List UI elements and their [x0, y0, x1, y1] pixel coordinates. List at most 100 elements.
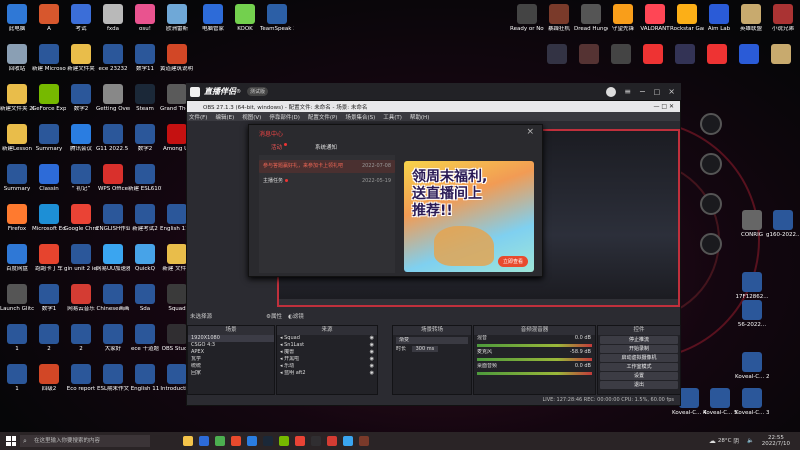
- source-item[interactable]: ◂ Sn1Last ◉: [277, 342, 377, 349]
- taskbar-app-icon[interactable]: [215, 436, 225, 446]
- desktop-icon[interactable]: ece 23232: [96, 44, 130, 84]
- desktop-icon[interactable]: Rockstar Games...: [670, 4, 704, 44]
- taskbar-app-icon[interactable]: [263, 436, 273, 446]
- desktop-icon[interactable]: WPS Office: [96, 164, 130, 204]
- desktop-icon[interactable]: [764, 44, 798, 84]
- temperature[interactable]: 28°C: [718, 438, 732, 444]
- volume-icon[interactable]: 🔈: [747, 438, 754, 444]
- taskbar-app-icon[interactable]: [231, 436, 241, 446]
- desktop-icon[interactable]: 2: [64, 324, 98, 364]
- dialog-close-icon[interactable]: ×: [526, 127, 534, 137]
- desktop-icon[interactable]: Getting Over It wi...: [96, 84, 130, 124]
- desktop-icon[interactable]: G11 2022.5 weekly test: [96, 124, 130, 164]
- volume-meter[interactable]: [477, 372, 592, 375]
- obs-menu-item[interactable]: 文件(F): [189, 113, 207, 121]
- control-button[interactable]: 启动虚拟摄像机: [600, 354, 678, 362]
- desktop-icon[interactable]: Koveal-C... 5: [703, 388, 737, 428]
- taskbar-app-icon[interactable]: [247, 436, 257, 446]
- desktop-icon[interactable]: TeamSpeak 3: [260, 4, 294, 44]
- desktop-icon[interactable]: 百度网盘: [0, 244, 34, 284]
- desktop-icon[interactable]: 1: [0, 364, 34, 404]
- desktop-icon[interactable]: Koveal-C... 2: [735, 352, 769, 392]
- scene-item[interactable]: 统统: [188, 363, 274, 370]
- volume-meter[interactable]: [477, 344, 592, 347]
- scene-item[interactable]: 1920X1080: [188, 335, 274, 342]
- desktop-icon[interactable]: 电脑管家: [196, 4, 230, 44]
- desktop-icon[interactable]: ESL期末作文: [96, 364, 130, 404]
- tab-system[interactable]: 系统通知: [315, 143, 337, 151]
- visibility-eye-icon[interactable]: ◉: [370, 370, 374, 377]
- taskbar-app-icon[interactable]: [199, 436, 209, 446]
- obs-menu-item[interactable]: 停靠部件(D): [269, 113, 300, 121]
- desktop-icon[interactable]: Eco report: [64, 364, 98, 404]
- obs-menu-item[interactable]: 帮助(H): [410, 113, 429, 121]
- desktop-icon[interactable]: Steam: [128, 84, 162, 124]
- desktop-icon[interactable]: [732, 44, 766, 84]
- desktop-icon[interactable]: ENGLISH作业: [96, 204, 130, 244]
- desktop-icon[interactable]: 数学2: [128, 124, 162, 164]
- obs-menu-item[interactable]: 视图(V): [242, 113, 261, 121]
- source-item[interactable]: ◂ Squad ◉: [277, 335, 377, 342]
- desktop-icon[interactable]: [668, 44, 702, 84]
- desktop-icon[interactable]: Chinese画画: [96, 284, 130, 324]
- desktop-icon[interactable]: 1: [0, 324, 34, 364]
- desktop-icon[interactable]: 网易UU加速器: [96, 244, 130, 284]
- minimize-icon[interactable]: −: [639, 87, 646, 96]
- desktop-icon[interactable]: 欧洲雷斯: [160, 4, 194, 44]
- close-icon[interactable]: ×: [668, 87, 675, 96]
- desktop-icon[interactable]: English 11: [128, 364, 162, 404]
- desktop-icon[interactable]: 数学2: [64, 84, 98, 124]
- desktop-icon[interactable]: 跑跑卡丁车: [32, 244, 66, 284]
- desktop-icon[interactable]: Dread Hunger: [574, 4, 608, 44]
- tab-activity[interactable]: 活动: [271, 143, 287, 151]
- desktop-icon[interactable]: 新建 Microsoft...: [32, 44, 66, 84]
- desktop-icon[interactable]: 大家好: [96, 324, 130, 364]
- message-item[interactable]: 参与答题赢好礼，来参加卡上领礼吧 2022-07-08: [259, 160, 395, 173]
- desktop-icon[interactable]: 新建 ESL6101...: [128, 164, 162, 204]
- taskbar-app-icon[interactable]: [183, 436, 193, 446]
- desktop-icon[interactable]: Koveal-C... 3: [735, 388, 769, 428]
- desktop-icon[interactable]: Firefox: [0, 204, 34, 244]
- desktop-icon[interactable]: Summary: [0, 164, 34, 204]
- source-item[interactable]: ◂ 魔兽 ◉: [277, 349, 377, 356]
- desktop-icon[interactable]: Ready or Not: [510, 4, 544, 44]
- desktop-icon[interactable]: 守望先锋: [606, 4, 640, 44]
- visibility-eye-icon[interactable]: ◉: [370, 363, 374, 370]
- transition-select[interactable]: 渐变: [396, 337, 468, 344]
- desktop-icon[interactable]: 新建文件夹 2022022...: [0, 84, 34, 124]
- taskbar-app-icon[interactable]: [311, 436, 321, 446]
- taskbar-app-icon[interactable]: [359, 436, 369, 446]
- control-button[interactable]: 工作室模式: [600, 363, 678, 371]
- desktop-icon[interactable]: 黄道建筑说明 ppt: [160, 44, 194, 84]
- banner-view-button[interactable]: 立即查看: [497, 256, 528, 267]
- taskbar-app-icon[interactable]: [327, 436, 337, 446]
- desktop-icon[interactable]: [636, 44, 670, 84]
- desktop-icon[interactable]: 四级2: [32, 364, 66, 404]
- scene-item[interactable]: CSGO 4:3: [188, 342, 274, 349]
- desktop-icon[interactable]: 56-2022...: [735, 300, 769, 340]
- desktop-icon[interactable]: GeForce Experience: [32, 84, 66, 124]
- desktop-icon[interactable]: QuickQ: [128, 244, 162, 284]
- obs-menu-item[interactable]: 工具(T): [383, 113, 402, 121]
- transition-duration[interactable]: 时长 300 ms: [393, 346, 471, 353]
- desktop-icon[interactable]: 新建考试2: [128, 204, 162, 244]
- desktop-icon[interactable]: 考试: [64, 4, 98, 44]
- desktop-icon[interactable]: 腾讯会议: [64, 124, 98, 164]
- source-item[interactable]: ◂ 开黑啦 ◉: [277, 356, 377, 363]
- clock[interactable]: 22:55 2022/7/10: [762, 435, 790, 447]
- desktop-icon[interactable]: Sda: [128, 284, 162, 324]
- desktop-icon[interactable]: osu!: [128, 4, 162, 44]
- desktop-icon[interactable]: 暴躁狂机: [542, 4, 576, 44]
- obs-menu-item[interactable]: 配置文件(P): [308, 113, 338, 121]
- desktop-icon[interactable]: [572, 44, 606, 84]
- scene-item[interactable]: 瓦学: [188, 356, 274, 363]
- volume-meter[interactable]: [477, 358, 592, 361]
- obs-title-bar[interactable]: OBS 27.1.3 (64-bit, windows) - 配置文件: 未命名…: [187, 101, 680, 112]
- desktop-icon[interactable]: gin unit 2 ie3 exam...: [64, 244, 98, 284]
- obs-menu-item[interactable]: 编辑(E): [215, 113, 234, 121]
- maximize-icon[interactable]: □: [654, 88, 661, 96]
- desktop-icon[interactable]: KOOK: [228, 4, 262, 44]
- source-item[interactable]: ◂ 乐动 ◉: [277, 363, 377, 370]
- control-button[interactable]: 退出: [600, 381, 678, 389]
- control-button[interactable]: 开始录制: [600, 345, 678, 353]
